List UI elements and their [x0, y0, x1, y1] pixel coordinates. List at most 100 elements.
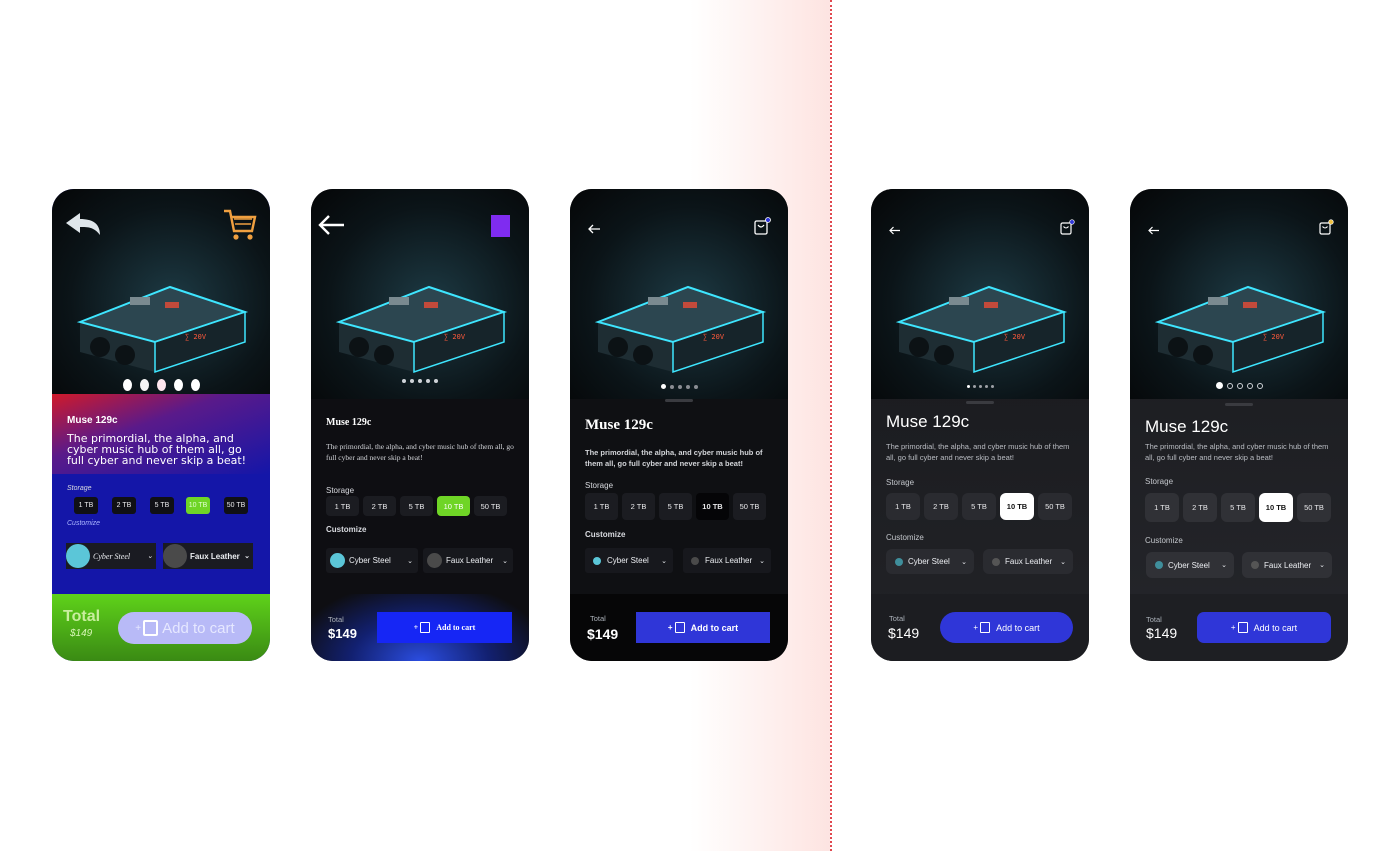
add-to-cart-button[interactable]: + Add to cart — [377, 612, 512, 643]
cyber-steel-swatch — [593, 556, 601, 565]
shopping-bag-icon — [1319, 219, 1334, 235]
back-button[interactable] — [64, 211, 102, 244]
storage-option[interactable]: 2 TB — [1183, 493, 1217, 522]
drag-handle[interactable] — [665, 399, 693, 402]
storage-option[interactable]: 5 TB — [1221, 493, 1255, 522]
material-select-cyber-steel[interactable]: Cyber Steel ⌄ — [886, 549, 974, 574]
back-button[interactable] — [318, 214, 346, 241]
add-to-cart-button[interactable]: + Add to cart — [1197, 612, 1331, 643]
material-select-faux-leather[interactable]: Faux Leather ⌄ — [983, 549, 1073, 574]
cart-button[interactable] — [1059, 219, 1075, 240]
carousel-dot[interactable] — [402, 379, 406, 383]
storage-option[interactable]: 1 TB — [326, 496, 359, 516]
faux-leather-swatch — [427, 553, 442, 568]
carousel-dot[interactable] — [426, 379, 430, 383]
material-select-cyber-steel[interactable]: Cyber Steel ⌄ — [326, 548, 418, 573]
carousel-dots[interactable] — [311, 379, 529, 383]
carousel-dots[interactable] — [570, 384, 788, 389]
storage-option[interactable]: 50 TB — [733, 493, 766, 520]
product-description: The primordial, the alpha, and cyber mus… — [886, 442, 1070, 462]
storage-option[interactable]: 5 TB — [659, 493, 692, 520]
storage-option[interactable]: 50 TB — [224, 497, 248, 514]
carousel-dot[interactable] — [669, 385, 674, 389]
storage-option[interactable]: 1 TB — [74, 497, 98, 514]
material-select-faux-leather[interactable]: Faux Leather ⌄ — [163, 543, 253, 569]
chevron-down-icon: ⌄ — [1319, 562, 1325, 569]
shopping-bag-icon — [1237, 622, 1248, 633]
storage-option[interactable]: 50 TB — [1038, 493, 1072, 520]
carousel-dot[interactable] — [434, 379, 438, 383]
carousel-dots[interactable] — [52, 379, 270, 391]
carousel-dot[interactable] — [677, 385, 682, 389]
storage-option-selected[interactable]: 10 TB — [696, 493, 729, 520]
carousel-dot[interactable] — [122, 379, 132, 391]
storage-option[interactable]: 1 TB — [886, 493, 920, 520]
back-button[interactable] — [1148, 222, 1160, 240]
mockup-colorful: ∑ 20V Muse 129c The primordial, the alph… — [52, 189, 270, 661]
storage-option[interactable]: 2 TB — [112, 497, 136, 514]
total-price: $149 — [587, 626, 619, 642]
carousel-dot[interactable] — [190, 379, 200, 391]
cyber-steel-swatch — [330, 553, 345, 568]
drag-handle[interactable] — [966, 401, 994, 404]
carousel-dot[interactable] — [990, 385, 994, 388]
cart-button[interactable] — [222, 207, 258, 248]
drag-handle[interactable] — [1225, 403, 1253, 406]
storage-option-selected[interactable]: 10 TB — [437, 496, 470, 516]
material-select-faux-leather[interactable]: Faux Leather ⌄ — [423, 548, 513, 573]
carousel-dot[interactable] — [1236, 383, 1243, 389]
material-select-cyber-steel[interactable]: Cyber Steel ⌄ — [1146, 552, 1234, 578]
material-select-faux-leather[interactable]: Faux Leather ⌄ — [683, 548, 771, 573]
carousel-dot[interactable] — [660, 384, 666, 389]
material-label: Cyber Steel — [908, 557, 950, 566]
section-divider — [830, 0, 832, 851]
cart-button[interactable] — [753, 217, 771, 240]
chevron-down-icon: ⌄ — [1060, 558, 1066, 566]
back-button[interactable] — [588, 221, 601, 239]
storage-option[interactable]: 2 TB — [622, 493, 655, 520]
carousel-dot[interactable] — [693, 385, 698, 389]
storage-option[interactable]: 2 TB — [363, 496, 396, 516]
storage-option[interactable]: 50 TB — [474, 496, 507, 516]
carousel-dots[interactable] — [1130, 382, 1348, 389]
storage-option[interactable]: 50 TB — [1297, 493, 1331, 522]
storage-option-selected[interactable]: 10 TB — [186, 497, 210, 514]
storage-option[interactable]: 1 TB — [585, 493, 618, 520]
bottom-bar: Total $149 + Add to cart — [1130, 594, 1348, 661]
storage-option-selected[interactable]: 10 TB — [1000, 493, 1034, 520]
storage-option-selected[interactable]: 10 TB — [1259, 493, 1293, 522]
carousel-dots[interactable] — [871, 385, 1089, 388]
add-to-cart-button[interactable]: + Add to cart — [118, 612, 252, 644]
cart-button[interactable] — [491, 215, 510, 237]
carousel-dot[interactable] — [1215, 382, 1223, 389]
carousel-dot[interactable] — [1246, 383, 1253, 389]
carousel-dot[interactable] — [1256, 383, 1263, 389]
carousel-dot[interactable] — [418, 379, 422, 383]
carousel-dot[interactable] — [139, 379, 149, 391]
add-to-cart-button[interactable]: + Add to cart — [636, 612, 770, 643]
carousel-dot[interactable] — [966, 385, 970, 388]
material-select-faux-leather[interactable]: Faux Leather ⌄ — [1242, 552, 1332, 578]
carousel-dot[interactable] — [984, 385, 988, 388]
carousel-dot[interactable] — [173, 379, 183, 391]
customize-label: Customize — [585, 530, 626, 539]
cart-button[interactable] — [1318, 219, 1334, 240]
back-button[interactable] — [889, 222, 901, 240]
carousel-dot[interactable] — [410, 379, 414, 383]
add-to-cart-button[interactable]: + Add to cart — [940, 612, 1073, 643]
carousel-dot[interactable] — [685, 385, 690, 389]
arrow-left-icon — [318, 215, 344, 235]
storage-option[interactable]: 1 TB — [1145, 493, 1179, 522]
storage-option[interactable]: 5 TB — [400, 496, 433, 516]
carousel-dot[interactable] — [972, 385, 976, 388]
material-select-cyber-steel[interactable]: Cyber Steel ⌄ — [66, 543, 156, 569]
carousel-dot[interactable] — [156, 379, 166, 391]
material-label: Cyber Steel — [1168, 560, 1210, 570]
material-select-cyber-steel[interactable]: Cyber Steel ⌄ — [585, 548, 673, 573]
storage-option[interactable]: 5 TB — [150, 497, 174, 514]
carousel-dot[interactable] — [1226, 383, 1233, 389]
storage-option[interactable]: 5 TB — [962, 493, 996, 520]
carousel-dot[interactable] — [978, 385, 982, 388]
storage-options: 1 TB 2 TB 5 TB 10 TB 50 TB — [326, 496, 507, 516]
storage-option[interactable]: 2 TB — [924, 493, 958, 520]
